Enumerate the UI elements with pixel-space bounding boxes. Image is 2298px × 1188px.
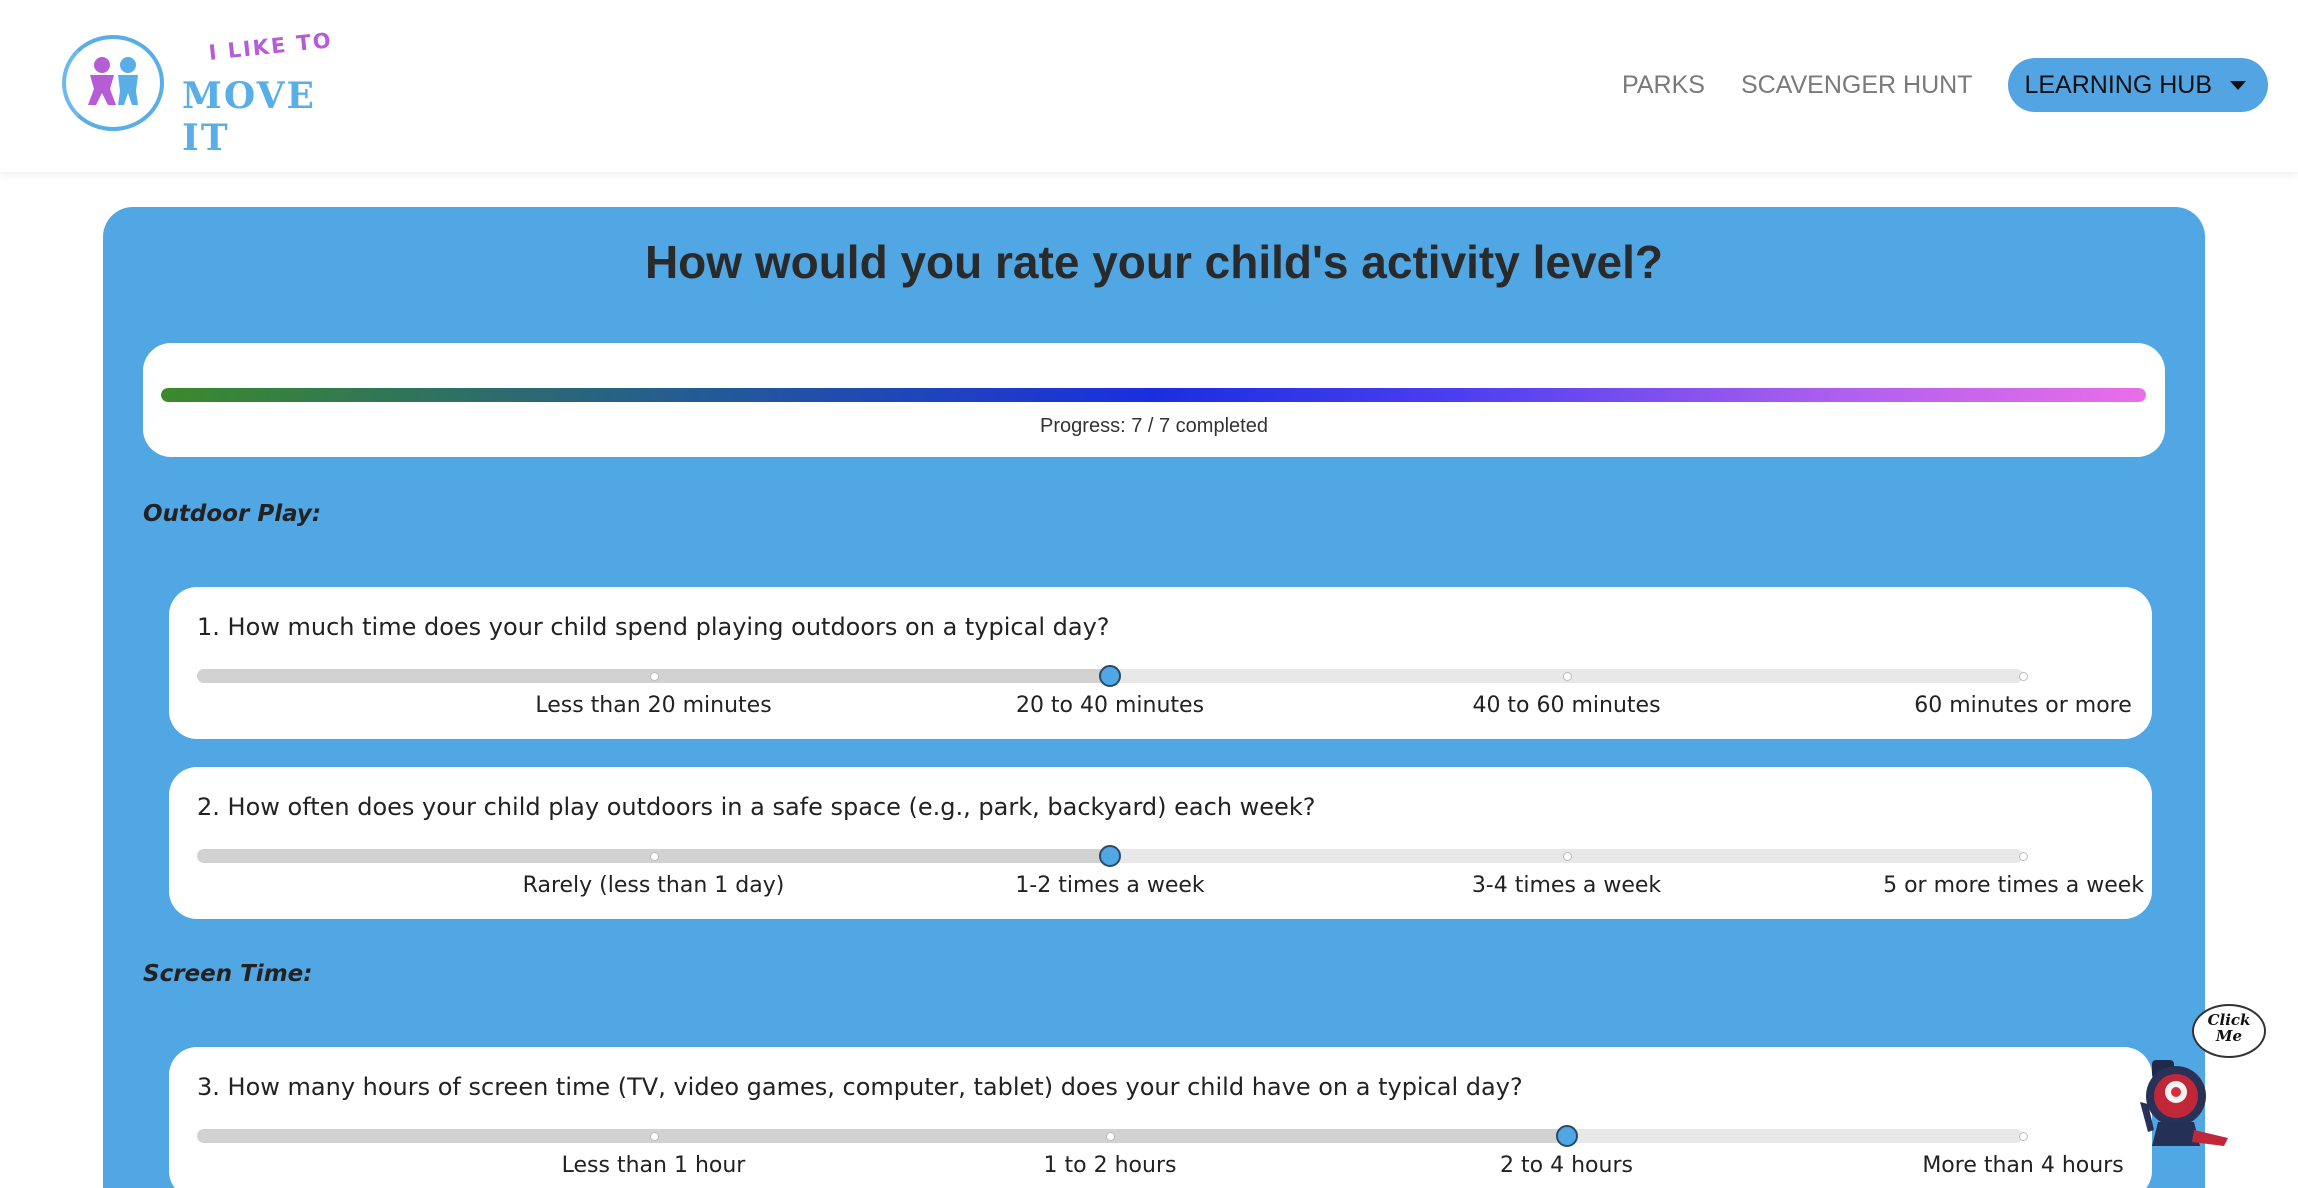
progress-card: Progress: 7 / 7 completed <box>143 343 2165 457</box>
option-label[interactable]: 3-4 times a week <box>1472 873 1661 898</box>
kids-icon <box>88 57 138 105</box>
main-nav: PARKS SCAVENGER HUNT LEARNING HUB <box>1622 58 2268 112</box>
logo-title: MOVE IT <box>182 75 316 159</box>
option-label[interactable]: More than 4 hours <box>1922 1153 2123 1178</box>
logo-tagline: I LIKE TO <box>207 28 334 65</box>
slider-tick[interactable] <box>1562 852 1572 861</box>
site-logo[interactable]: I LIKE TO MOVE IT <box>62 28 362 159</box>
slider-thumb[interactable] <box>1099 665 1121 687</box>
progress-bar-fill <box>161 388 2146 402</box>
slider-tick[interactable] <box>649 1132 659 1141</box>
slider-tick[interactable] <box>2019 852 2028 861</box>
question-text: 3. How many hours of screen time (TV, vi… <box>197 1073 1523 1101</box>
robot-mascot-icon <box>2140 1060 2228 1146</box>
answer-slider[interactable] <box>197 1125 2028 1147</box>
question-card: 2. How often does your child play outdoo… <box>169 767 2152 919</box>
learning-hub-dropdown[interactable]: LEARNING HUB <box>2008 58 2268 112</box>
option-label[interactable]: 20 to 40 minutes <box>1016 693 1204 718</box>
speech-bubble-text: Click Me <box>2207 1011 2251 1045</box>
option-label[interactable]: 2 to 4 hours <box>1500 1153 1633 1178</box>
nav-scavenger-hunt[interactable]: SCAVENGER HUNT <box>1741 71 1973 100</box>
option-label[interactable]: 60 minutes or more <box>1914 693 2132 718</box>
option-label[interactable]: 40 to 60 minutes <box>1472 693 1660 718</box>
section-heading-screen-time: Screen Time: <box>143 961 313 987</box>
mascot-helper[interactable]: Click Me <box>2128 1004 2268 1154</box>
option-label[interactable]: 1 to 2 hours <box>1044 1153 1177 1178</box>
question-text: 1. How much time does your child spend p… <box>197 613 1110 641</box>
site-header: I LIKE TO MOVE IT PARKS SCAVENGER HUNT L… <box>0 0 2298 172</box>
slider-tick[interactable] <box>649 852 659 861</box>
slider-tick[interactable] <box>2019 1132 2028 1141</box>
option-label[interactable]: 1-2 times a week <box>1015 873 1204 898</box>
slider-thumb[interactable] <box>1555 1125 1578 1147</box>
questionnaire-panel: How would you rate your child's activity… <box>103 207 2205 1188</box>
slider-tick[interactable] <box>1106 1132 1115 1141</box>
slider-thumb[interactable] <box>1099 845 1121 867</box>
answer-slider[interactable] <box>197 845 2028 867</box>
chevron-down-icon <box>2230 80 2246 90</box>
progress-text: Progress: 7 / 7 completed <box>1040 415 1268 437</box>
page-title: How would you rate your child's activity… <box>644 236 1664 288</box>
option-label[interactable]: Less than 1 hour <box>562 1153 746 1178</box>
slider-tick[interactable] <box>2019 672 2028 681</box>
question-card: 1. How much time does your child spend p… <box>169 587 2152 739</box>
section-heading-outdoor-play: Outdoor Play: <box>143 501 322 527</box>
question-card: 3. How many hours of screen time (TV, vi… <box>169 1047 2152 1188</box>
progress-bar <box>161 388 2146 402</box>
learning-hub-label: LEARNING HUB <box>2024 70 2212 99</box>
option-label[interactable]: Rarely (less than 1 day) <box>523 873 785 898</box>
answer-slider[interactable] <box>197 665 2028 687</box>
option-label[interactable]: Less than 20 minutes <box>535 693 771 718</box>
slider-tick[interactable] <box>649 672 659 681</box>
slider-tick[interactable] <box>1562 672 1572 681</box>
question-text: 2. How often does your child play outdoo… <box>197 793 1316 821</box>
option-label[interactable]: 5 or more times a week <box>1883 873 2144 898</box>
slider-fill <box>197 1129 1567 1143</box>
nav-parks[interactable]: PARKS <box>1622 71 1705 100</box>
